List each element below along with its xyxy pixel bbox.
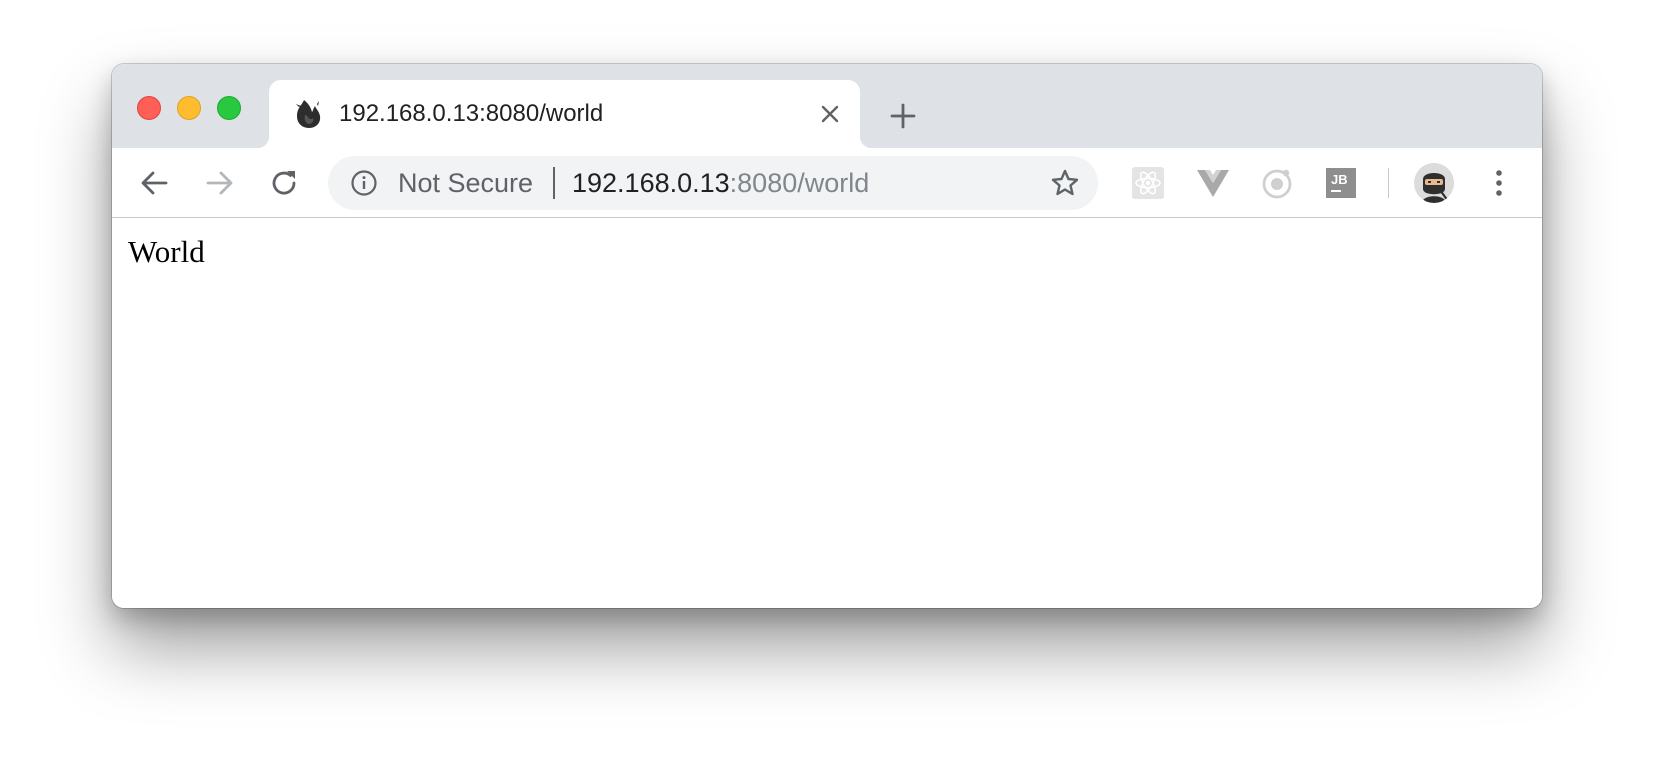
react-devtools-icon[interactable] — [1130, 165, 1166, 201]
arrow-right-icon[interactable] — [202, 166, 236, 200]
browser-toolbar: Not Secure 192.168.0.13:8080/world JB — [112, 148, 1542, 218]
plus-icon[interactable] — [888, 101, 918, 131]
security-label[interactable]: Not Secure — [398, 168, 533, 198]
ionic-icon[interactable] — [1259, 165, 1295, 201]
star-icon[interactable] — [1050, 168, 1080, 198]
svg-text:JB: JB — [1331, 172, 1348, 187]
url-host: 192.168.0.13 — [572, 168, 730, 198]
window-close-button[interactable] — [137, 96, 161, 120]
omnibox-divider — [553, 167, 555, 199]
browser-tab-active[interactable]: 192.168.0.13:8080/world — [257, 80, 872, 148]
jetbrains-icon[interactable]: JB — [1323, 165, 1359, 201]
reload-icon[interactable] — [267, 166, 301, 200]
address-bar[interactable]: Not Secure 192.168.0.13:8080/world — [328, 156, 1098, 210]
page-content: World — [112, 218, 1542, 608]
info-icon[interactable] — [350, 169, 378, 197]
tab-title: 192.168.0.13:8080/world — [339, 100, 604, 127]
browser-window: 192.168.0.13:8080/world Not Secure 192.1… — [112, 64, 1542, 608]
url-text[interactable]: 192.168.0.13:8080/world — [572, 168, 869, 198]
close-icon[interactable] — [818, 102, 842, 126]
page-body-text: World — [128, 234, 205, 269]
profile-avatar[interactable] — [1414, 163, 1454, 203]
window-maximize-button[interactable] — [217, 96, 241, 120]
url-path: :8080/world — [729, 168, 870, 198]
window-minimize-button[interactable] — [177, 96, 201, 120]
vue-devtools-icon[interactable] — [1195, 165, 1231, 201]
arrow-left-icon[interactable] — [138, 166, 172, 200]
tab-strip: 192.168.0.13:8080/world — [112, 64, 1542, 148]
toolbar-divider — [1388, 168, 1389, 198]
ninja-avatar-icon — [1414, 163, 1454, 203]
more-vertical-icon[interactable] — [1492, 165, 1506, 201]
flame-icon — [296, 100, 321, 128]
